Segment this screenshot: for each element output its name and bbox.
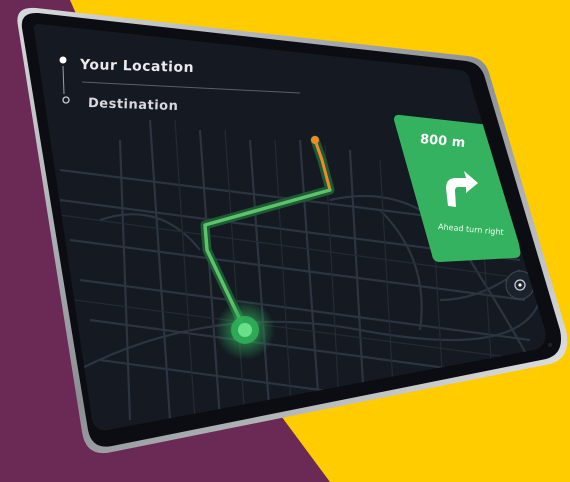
turn-instruction: Ahead turn right [437,222,505,237]
turn-distance: 800 m [419,132,466,151]
destination-field[interactable]: Destination [88,96,179,114]
scene: Your Location Destination 800 m Ahead tu… [0,0,570,482]
origin-field[interactable]: Your Location [80,57,194,76]
screen-text-layer: Your Location Destination 800 m Ahead tu… [0,0,570,482]
